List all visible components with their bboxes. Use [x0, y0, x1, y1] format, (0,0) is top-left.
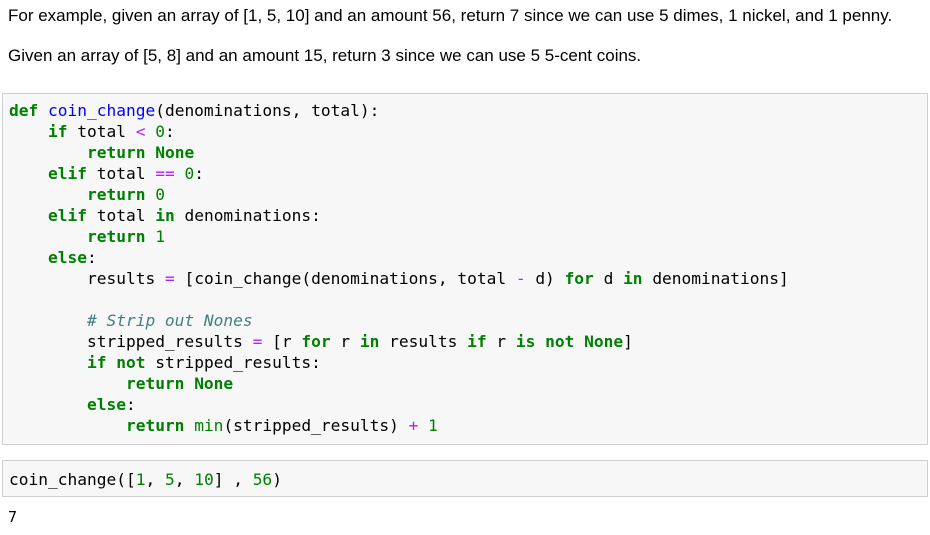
code-line-1: def coin_change(denominations, total): — [9, 101, 380, 120]
code-line-4: elif total == 0: — [47, 164, 204, 183]
code-cell-function-definition[interactable]: def coin_change(denominations, total): i… — [2, 93, 928, 445]
code-line-14: return None — [125, 374, 234, 393]
code-line-16: return min(stripped_results) + 1 — [125, 416, 438, 435]
code-editor[interactable]: def coin_change(denominations, total): i… — [9, 100, 789, 436]
code-line-11: # Strip out Nones — [86, 311, 253, 330]
code-line-8: else: — [47, 248, 97, 267]
code-line-9: results = [coin_change(denominations, to… — [86, 269, 789, 288]
markdown-example-text-1: For example, given an array of [1, 5, 10… — [8, 6, 893, 25]
markdown-example-text-2: Given an array of [5, 8] and an amount 1… — [8, 46, 642, 65]
code-editor[interactable]: coin_change([1, 5, 10] , 56) — [9, 469, 282, 490]
code-line-2: if total < 0: — [47, 122, 175, 141]
code-line-3: return None — [86, 143, 195, 162]
code-line-6: elif total in denominations: — [47, 206, 321, 225]
code-cell-function-call[interactable]: coin_change([1, 5, 10] , 56) — [2, 460, 928, 497]
code-line-call: coin_change([1, 5, 10] , 56) — [9, 470, 282, 489]
code-line-7: return 1 — [86, 227, 165, 246]
code-line-15: else: — [86, 395, 136, 414]
code-line-13: if not stripped_results: — [86, 353, 321, 372]
code-line-5: return 0 — [86, 185, 165, 204]
cell-output: 7 — [8, 508, 18, 526]
code-line-12: stripped_results = [r for r in results i… — [86, 332, 633, 351]
